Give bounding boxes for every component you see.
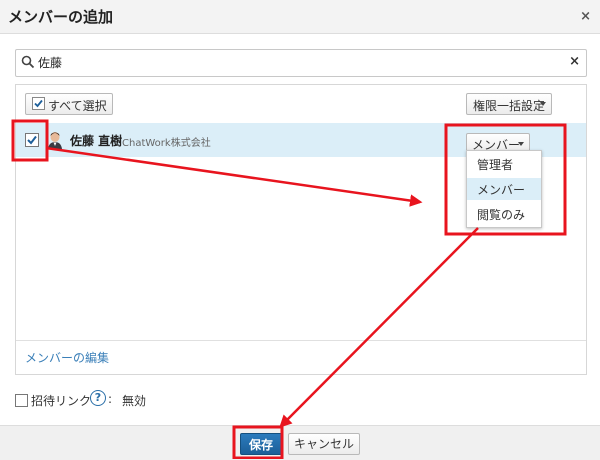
invite-link-checkbox[interactable] [15, 394, 28, 407]
role-option-member[interactable]: メンバー [467, 178, 541, 200]
dialog-title: メンバーの追加 [8, 8, 114, 26]
search-input[interactable] [38, 53, 558, 71]
avatar [48, 132, 62, 149]
caret-down-icon [540, 102, 546, 106]
help-icon[interactable]: ? [90, 390, 106, 406]
bulk-role-label: 権限一括設定 [473, 99, 546, 113]
search-icon [21, 55, 35, 69]
bulk-role-button[interactable]: 権限一括設定 [466, 93, 552, 115]
member-org: ChatWork株式会社 [122, 138, 211, 149]
select-all-button[interactable]: すべて選択 [25, 93, 113, 115]
check-icon [34, 99, 43, 108]
cancel-button[interactable]: キャンセル [288, 433, 360, 455]
role-option-admin[interactable]: 管理者 [467, 153, 541, 175]
member-checkbox[interactable] [25, 133, 39, 147]
select-all-checkbox [32, 97, 45, 110]
role-menu: 管理者 メンバー 閲覧のみ [466, 150, 542, 228]
member-name: 佐藤 直樹 [70, 134, 123, 148]
divider [16, 340, 586, 341]
edit-members-link[interactable]: メンバーの編集 [25, 349, 109, 366]
dialog-titlebar: メンバーの追加 × [0, 0, 600, 34]
invite-link-status: 無効 [122, 394, 147, 408]
invite-colon: : [108, 392, 113, 406]
close-icon[interactable]: × [580, 9, 591, 24]
select-all-label: すべて選択 [48, 99, 107, 113]
search-box[interactable]: × [15, 49, 587, 77]
invite-link-setting: 招待リンク ? : 無効 [15, 390, 315, 413]
clear-search-icon[interactable]: × [569, 54, 580, 69]
list-toolbar: すべて選択 権限一括設定 [16, 85, 586, 124]
role-option-readonly[interactable]: 閲覧のみ [467, 203, 541, 225]
invite-link-label: 招待リンク [31, 394, 92, 408]
member-list: すべて選択 権限一括設定 佐藤 直樹 ChatWork株式会社 メンバー メンバ… [15, 84, 587, 375]
dialog-footer: 保存 キャンセル [0, 425, 600, 460]
caret-down-icon [518, 142, 524, 146]
save-button[interactable]: 保存 [240, 433, 282, 455]
check-icon [27, 135, 37, 145]
